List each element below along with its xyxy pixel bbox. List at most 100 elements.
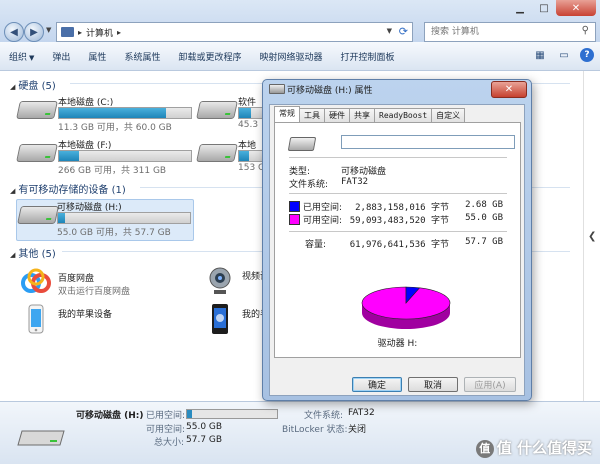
drive-usage-bar [58, 150, 192, 162]
drive-info: 45.3 [238, 120, 259, 130]
tab-tools[interactable]: 工具 [299, 108, 325, 122]
drive-c[interactable]: 本地磁盘 (C:) 11.3 GB 可用，共 60.0 GB [16, 95, 196, 135]
group-header-other[interactable]: ◢ 其他 (5) [10, 245, 56, 260]
details-total-value: 57.7 GB [186, 435, 223, 445]
tab-readyboost[interactable]: ReadyBoost [374, 108, 433, 122]
back-button[interactable]: ◀ [4, 22, 24, 42]
properties-dialog: 可移动磁盘 (H:) 属性 ✕ 常规 工具 硬件 共享 ReadyBoost 自… [262, 79, 532, 401]
uninstall-button[interactable]: 卸载或更改程序 [169, 50, 250, 63]
drive-letter-label: 驱动器 H: [377, 339, 418, 349]
organize-label: 组织 [9, 52, 28, 63]
details-free-label: 可用空间: [146, 425, 186, 435]
details-usage-fill [187, 410, 192, 418]
caption-buttons: ▁ □ ✕ [508, 0, 596, 18]
ok-button[interactable]: 确定 [352, 377, 402, 392]
baidu-netdisk-item[interactable]: 百度网盘 双击运行百度网盘 [20, 267, 180, 301]
drive-info: 11.3 GB 可用，共 60.0 GB [58, 123, 172, 133]
drive-local[interactable]: 本地 153 G [196, 138, 266, 178]
search-input[interactable] [429, 26, 573, 38]
watermark: 值值 什么值得买 [475, 437, 592, 458]
address-bar[interactable]: ▸ 计算机 ▸ ▼ ⟳ [56, 22, 413, 42]
collapse-triangle-icon: ◢ [10, 187, 16, 195]
details-usage-bar [186, 409, 278, 419]
drive-software[interactable]: 软件 45.3 [196, 95, 264, 135]
recent-pages-dropdown[interactable]: ▼ [46, 26, 51, 34]
details-bitlocker-value: 关闭 [348, 425, 367, 435]
properties-button[interactable]: 属性 [79, 50, 115, 63]
cancel-button[interactable]: 取消 [408, 377, 458, 392]
chevron-left-icon[interactable]: ❮ [588, 231, 596, 242]
address-row: ▁ □ ✕ ◀ ▶ ▼ ▸ 计算机 ▸ ▼ ⟳ ⚲ [0, 0, 600, 42]
minimize-button[interactable]: ▁ [508, 0, 532, 16]
video-device-item[interactable]: 视频设 [204, 265, 269, 299]
divider [289, 193, 507, 194]
details-free-value: 55.0 GB [186, 422, 223, 432]
item-name: 百度网盘 [58, 274, 95, 284]
group-header-removable[interactable]: ◢ 有可移动存储的设备 (1) [10, 181, 126, 196]
used-bytes: 2,883,158,016 字节 [355, 203, 449, 213]
drive-h[interactable]: 可移动磁盘 (H:) 55.0 GB 可用，共 57.7 GB [16, 199, 194, 241]
my-phone-item[interactable]: 我的手 [204, 303, 269, 337]
type-value: 可移动磁盘 [341, 167, 387, 177]
baidu-cloud-icon [21, 268, 51, 293]
details-total-label: 总大小: [154, 438, 185, 448]
removable-drive-icon [17, 206, 59, 224]
iphone-icon [28, 304, 44, 334]
tab-sharing[interactable]: 共享 [349, 108, 375, 122]
details-pane: 可移动磁盘 (H:) 已用空间: 可用空间: 55.0 GB 总大小: 57.7… [0, 401, 600, 464]
help-icon[interactable]: ? [580, 48, 594, 62]
address-dropdown-icon[interactable]: ▼ [387, 27, 392, 35]
breadcrumb-separator-icon: ▸ [78, 27, 83, 37]
search-box[interactable]: ⚲ [424, 22, 596, 42]
maximize-button[interactable]: □ [532, 0, 556, 16]
used-label: 已用空间: [303, 203, 343, 213]
preview-pane-icon[interactable]: ▭ [556, 48, 572, 62]
system-properties-button[interactable]: 系统属性 [115, 50, 169, 63]
free-label: 可用空间: [303, 216, 343, 226]
drive-usage-bar [58, 107, 192, 119]
apply-button[interactable]: 应用(A) [464, 377, 516, 392]
drive-usage-bar [57, 212, 191, 224]
command-bar: 组织 ▼ 弹出 属性 系统属性 卸载或更改程序 映射网络驱动器 打开控制面板 ▦ … [0, 42, 600, 71]
drive-label-input[interactable] [341, 135, 515, 149]
removable-drive-large-icon [17, 430, 65, 446]
capacity-bytes: 61,976,641,536 字节 [349, 240, 449, 250]
breadcrumb-computer[interactable]: 计算机 [86, 26, 113, 39]
control-panel-button[interactable]: 打开控制面板 [331, 50, 403, 63]
eject-button[interactable]: 弹出 [43, 50, 79, 63]
drive-f[interactable]: 本地磁盘 (F:) 266 GB 可用，共 311 GB [16, 138, 196, 178]
group-title: 其他 (5) [18, 249, 56, 260]
details-bitlocker-label: BitLocker 状态: [282, 425, 348, 435]
close-button[interactable]: ✕ [556, 0, 596, 16]
tab-customize[interactable]: 自定义 [431, 108, 466, 122]
drive-info: 153 G [238, 163, 266, 173]
apple-device-item[interactable]: 我的苹果设备 [20, 303, 180, 337]
hard-drive-icon [196, 144, 238, 162]
forward-button[interactable]: ▶ [24, 22, 44, 42]
map-drive-button[interactable]: 映射网络驱动器 [250, 50, 331, 63]
fs-value: FAT32 [341, 177, 369, 187]
view-options-icon[interactable]: ▦ [532, 48, 548, 62]
disk-usage-pie [361, 286, 451, 329]
free-space-swatch [289, 214, 300, 225]
refresh-icon[interactable]: ⟳ [399, 25, 408, 38]
organize-button[interactable]: 组织 ▼ [0, 50, 43, 63]
dialog-close-button[interactable]: ✕ [491, 81, 527, 98]
dialog-title: 可移动磁盘 (H:) 属性 [287, 86, 373, 96]
dialog-titlebar[interactable]: 可移动磁盘 (H:) 属性 ✕ [263, 80, 531, 98]
general-panel: 类型: 可移动磁盘 文件系统: FAT32 已用空间: 2,883,158,01… [274, 122, 521, 358]
tab-hardware[interactable]: 硬件 [324, 108, 350, 122]
webcam-icon [209, 267, 231, 294]
capacity-size: 57.7 GB [465, 237, 503, 247]
drive-info: 55.0 GB 可用，共 57.7 GB [57, 228, 171, 238]
group-header-hard-disks[interactable]: ◢ 硬盘 (5) [10, 77, 56, 92]
tab-general[interactable]: 常规 [274, 106, 300, 122]
back-arrow-icon: ◀ [10, 26, 18, 38]
search-icon[interactable]: ⚲ [582, 25, 589, 36]
group-title: 有可移动存储的设备 (1) [18, 185, 126, 196]
capacity-label: 容量: [305, 240, 327, 250]
watermark-text: 值 什么值得买 [496, 439, 592, 457]
details-used-label: 已用空间: [146, 411, 186, 421]
drive-icon [269, 84, 285, 94]
free-size: 55.0 GB [465, 213, 503, 223]
